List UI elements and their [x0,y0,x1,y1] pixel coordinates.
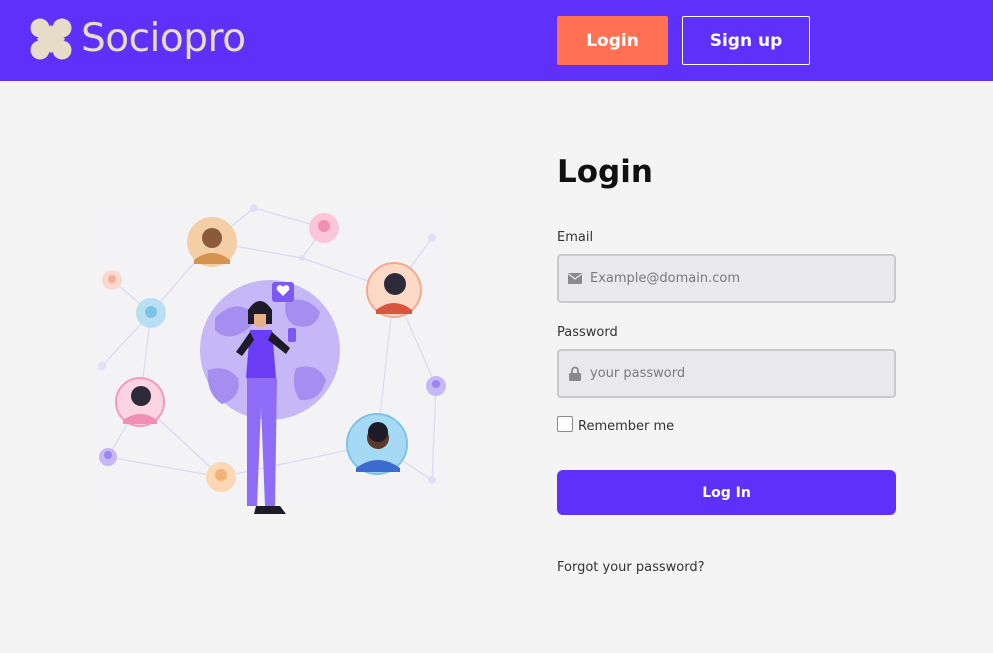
four-petal-logo-icon [30,18,72,60]
remember-me-label: Remember me [578,418,675,434]
envelope-icon [567,271,583,287]
brand-logo[interactable]: Sociopro [29,16,246,62]
top-navbar: Sociopro Login Sign up [0,0,993,81]
social-network-illustration [90,204,452,514]
email-input[interactable] [590,271,880,286]
password-field[interactable] [557,349,896,398]
password-label: Password [557,325,618,340]
email-field[interactable] [557,254,896,303]
nav-signup-button[interactable]: Sign up [682,16,810,65]
forgot-password-link[interactable]: Forgot your password? [557,560,705,575]
remember-me-checkbox[interactable] [557,416,573,432]
login-title: Login [557,154,653,190]
log-in-button[interactable]: Log In [557,470,896,515]
nav-login-button[interactable]: Login [557,16,668,65]
lock-icon [567,366,583,382]
remember-me[interactable]: Remember me [557,416,675,434]
password-input[interactable] [590,366,880,381]
email-label: Email [557,230,594,245]
brand-name: Sociopro [81,16,246,61]
